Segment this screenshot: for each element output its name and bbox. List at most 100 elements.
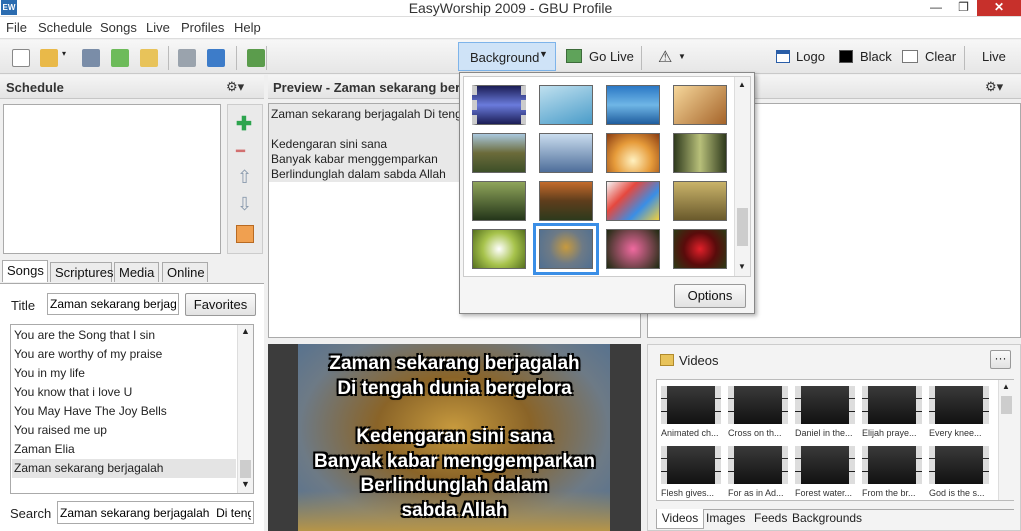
scroll-up-icon[interactable]: ▲ <box>738 80 746 89</box>
tab-videos[interactable]: Videos <box>656 509 704 529</box>
send-to-live-icon[interactable] <box>247 49 265 67</box>
scrollbar[interactable]: ▲ ▼ <box>734 77 750 276</box>
menu-file[interactable]: File <box>6 20 27 35</box>
edit-icon[interactable] <box>140 49 158 67</box>
more-button[interactable]: ··· <box>990 350 1011 369</box>
background-button[interactable]: Background ▼ <box>458 42 556 71</box>
menu-profiles[interactable]: Profiles <box>181 20 224 35</box>
scroll-down-icon[interactable]: ▼ <box>241 479 250 489</box>
black-button[interactable]: Black <box>860 49 892 64</box>
background-thumbnail[interactable] <box>539 85 593 125</box>
background-thumbnail[interactable] <box>539 133 593 173</box>
gear-icon[interactable]: ⚙▾ <box>226 79 244 95</box>
remove-icon[interactable]: ━ <box>236 142 245 160</box>
logo-button[interactable]: Logo <box>796 49 825 64</box>
tab-images[interactable]: Images <box>706 511 745 525</box>
menu-live[interactable]: Live <box>146 20 170 35</box>
black-screen-icon[interactable] <box>839 50 853 63</box>
open-folder-icon[interactable] <box>40 49 58 67</box>
background-thumbnail[interactable] <box>673 229 727 269</box>
move-up-icon[interactable]: ⇧ <box>237 167 252 188</box>
background-thumbnail[interactable] <box>472 133 526 173</box>
background-thumbnail[interactable] <box>472 229 526 269</box>
clear-button[interactable]: Clear <box>925 49 956 64</box>
title-input[interactable] <box>47 293 179 315</box>
copy-icon[interactable] <box>236 225 254 243</box>
menu-songs[interactable]: Songs <box>100 20 137 35</box>
chevron-down-icon[interactable]: ▾ <box>62 49 70 67</box>
scroll-up-icon[interactable]: ▲ <box>241 326 250 336</box>
scrollbar[interactable]: ▲ <box>998 380 1014 500</box>
favorites-button[interactable]: Favorites <box>185 293 256 316</box>
background-thumbnail[interactable] <box>673 181 727 221</box>
list-item[interactable]: You know that i love U <box>14 385 132 399</box>
video-thumbnail[interactable] <box>862 446 922 484</box>
video-thumbnail[interactable] <box>728 386 788 424</box>
video-thumbnail[interactable] <box>661 386 721 424</box>
live-button[interactable]: Live <box>982 49 1006 64</box>
schedule-header: Schedule ⚙▾ <box>0 75 264 99</box>
save-icon[interactable] <box>82 49 100 67</box>
list-item[interactable]: You in my life <box>14 366 85 380</box>
song-list[interactable]: You are the Song that I sin You are wort… <box>10 324 254 494</box>
list-item[interactable]: You are the Song that I sin <box>14 328 155 342</box>
video-thumbnail[interactable] <box>862 386 922 424</box>
scrollbar[interactable]: ▲ ▼ <box>237 325 253 493</box>
print-icon[interactable] <box>178 49 196 67</box>
add-item-icon[interactable] <box>111 49 129 67</box>
scroll-down-icon[interactable]: ▼ <box>738 262 746 271</box>
move-down-icon[interactable]: ⇩ <box>237 194 252 215</box>
preview-title: Preview - Zaman sekarang berjag <box>273 80 479 95</box>
scroll-thumb[interactable] <box>240 460 251 478</box>
clear-icon[interactable] <box>902 50 918 63</box>
list-item[interactable]: You are worthy of my praise <box>14 347 162 361</box>
minimize-icon[interactable]: — <box>922 0 950 16</box>
chevron-down-icon[interactable]: ▼ <box>678 52 686 61</box>
logo-icon[interactable] <box>776 50 790 63</box>
background-thumbnail[interactable] <box>606 133 660 173</box>
tab-media[interactable]: Media <box>114 262 159 282</box>
warning-icon[interactable]: ⚠ <box>658 47 672 67</box>
list-item[interactable]: You May Have The Joy Bells <box>14 404 167 418</box>
tab-songs[interactable]: Songs <box>2 260 48 282</box>
maximize-icon[interactable]: ❐ <box>950 0 977 16</box>
video-thumbnail[interactable] <box>795 386 855 424</box>
scroll-up-icon[interactable]: ▲ <box>1002 382 1010 391</box>
go-live-button[interactable]: Go Live <box>589 49 634 64</box>
tab-feeds[interactable]: Feeds <box>754 511 787 525</box>
list-item-selected[interactable]: Zaman sekarang berjagalah <box>14 461 163 475</box>
new-file-icon[interactable] <box>12 49 30 67</box>
list-item[interactable]: Zaman Elia <box>14 442 75 456</box>
video-thumbnail[interactable] <box>795 446 855 484</box>
background-thumbnail[interactable] <box>606 229 660 269</box>
background-thumbnail-selected[interactable] <box>533 223 599 275</box>
options-button[interactable]: Options <box>674 284 746 308</box>
background-thumbnail[interactable] <box>606 181 660 221</box>
toolbar-separator <box>236 46 237 70</box>
scroll-thumb[interactable] <box>737 208 748 246</box>
monitor-icon[interactable] <box>207 49 225 67</box>
background-thumbnail[interactable] <box>472 181 526 221</box>
background-thumbnail[interactable] <box>539 181 593 221</box>
video-thumbnail[interactable] <box>929 386 989 424</box>
video-thumbnail[interactable] <box>661 446 721 484</box>
background-thumbnail[interactable] <box>472 85 526 125</box>
background-thumbnail[interactable] <box>673 85 727 125</box>
background-thumbnail[interactable] <box>606 85 660 125</box>
tab-backgrounds[interactable]: Backgrounds <box>792 511 862 525</box>
gear-icon[interactable]: ⚙▾ <box>985 79 1003 95</box>
close-icon[interactable]: ✕ <box>977 0 1021 16</box>
tab-scriptures[interactable]: Scriptures <box>50 262 114 282</box>
scroll-thumb[interactable] <box>1001 396 1012 414</box>
video-thumbnail[interactable] <box>728 446 788 484</box>
go-live-icon[interactable] <box>566 49 582 63</box>
tab-online[interactable]: Online <box>162 262 208 282</box>
menu-schedule[interactable]: Schedule <box>38 20 92 35</box>
search-input[interactable] <box>57 501 254 524</box>
background-thumbnail[interactable] <box>673 133 727 173</box>
add-icon[interactable]: ✚ <box>236 113 252 136</box>
video-thumbnail[interactable] <box>929 446 989 484</box>
menu-help[interactable]: Help <box>234 20 261 35</box>
schedule-list[interactable] <box>3 104 221 254</box>
list-item[interactable]: You raised me up <box>14 423 107 437</box>
